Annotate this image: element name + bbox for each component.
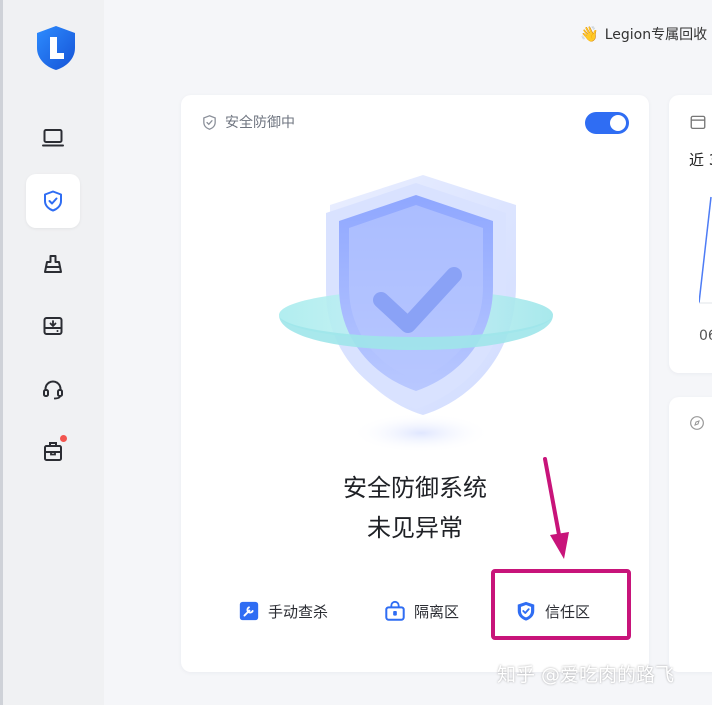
laptop-icon: [42, 129, 64, 147]
toolbox-icon: [44, 442, 62, 461]
trust-shield-icon: [517, 601, 535, 621]
compass-icon: [690, 416, 704, 430]
notification-badge: [60, 435, 67, 442]
headset-icon: [43, 380, 63, 400]
subline: 未见异常: [367, 514, 463, 542]
broom-icon: [44, 255, 62, 273]
headline: 安全防御系统: [343, 474, 487, 502]
stats-period-label: 近 3: [689, 151, 712, 169]
shield-illustration: [271, 165, 561, 465]
stats-card: 近 3 06: [669, 95, 712, 373]
sidebar-item-support[interactable]: [26, 362, 80, 416]
stats-chart-line: [699, 196, 712, 304]
watermark: 知乎 @爱吃肉的路飞: [497, 664, 675, 686]
trust-zone-label: 信任区: [545, 602, 591, 621]
shield-check-icon: [44, 190, 62, 212]
status-label: 安全防御中: [225, 115, 295, 131]
quarantine-button[interactable]: 隔离区: [384, 600, 459, 622]
sidebar: [3, 0, 104, 705]
trust-zone-button[interactable]: 信任区: [515, 600, 590, 622]
calendar-icon: [690, 115, 706, 130]
waving-hand-icon: 👋: [580, 25, 599, 43]
action-bar: 手动查杀 隔离区 信任区: [181, 600, 649, 632]
app-logo-icon: [33, 24, 79, 72]
shield-status-icon: [203, 114, 216, 130]
protection-status: 安全防御中: [201, 112, 295, 132]
manual-scan-button[interactable]: 手动查杀: [238, 600, 328, 622]
wrench-scan-icon: [239, 601, 259, 621]
quarantine-label: 隔离区: [414, 602, 460, 621]
lock-box-icon: [385, 600, 405, 621]
protection-card: 安全防御中 安全防御系统 未见异常 手动查杀 隔离区 信任区: [181, 95, 649, 672]
sidebar-item-device[interactable]: [26, 111, 80, 165]
promo-text: Legion专属回收: [604, 27, 708, 43]
main-content: 👋 Legion专属回收 安全防御中 安全防御系统 未见异常 手动查杀 隔离区 …: [104, 0, 712, 705]
secondary-card: [669, 397, 712, 672]
stats-tick-label: 06: [699, 328, 712, 344]
drive-icon: [43, 317, 63, 335]
protection-toggle[interactable]: [585, 112, 629, 134]
sidebar-item-toolbox[interactable]: [26, 424, 80, 478]
sidebar-item-cleanup[interactable]: [26, 237, 80, 291]
sidebar-item-storage[interactable]: [26, 299, 80, 353]
sidebar-item-security[interactable]: [26, 174, 80, 228]
toggle-knob: [610, 115, 626, 131]
promo-banner[interactable]: 👋 Legion专属回收: [580, 24, 707, 44]
manual-scan-label: 手动查杀: [268, 602, 329, 621]
